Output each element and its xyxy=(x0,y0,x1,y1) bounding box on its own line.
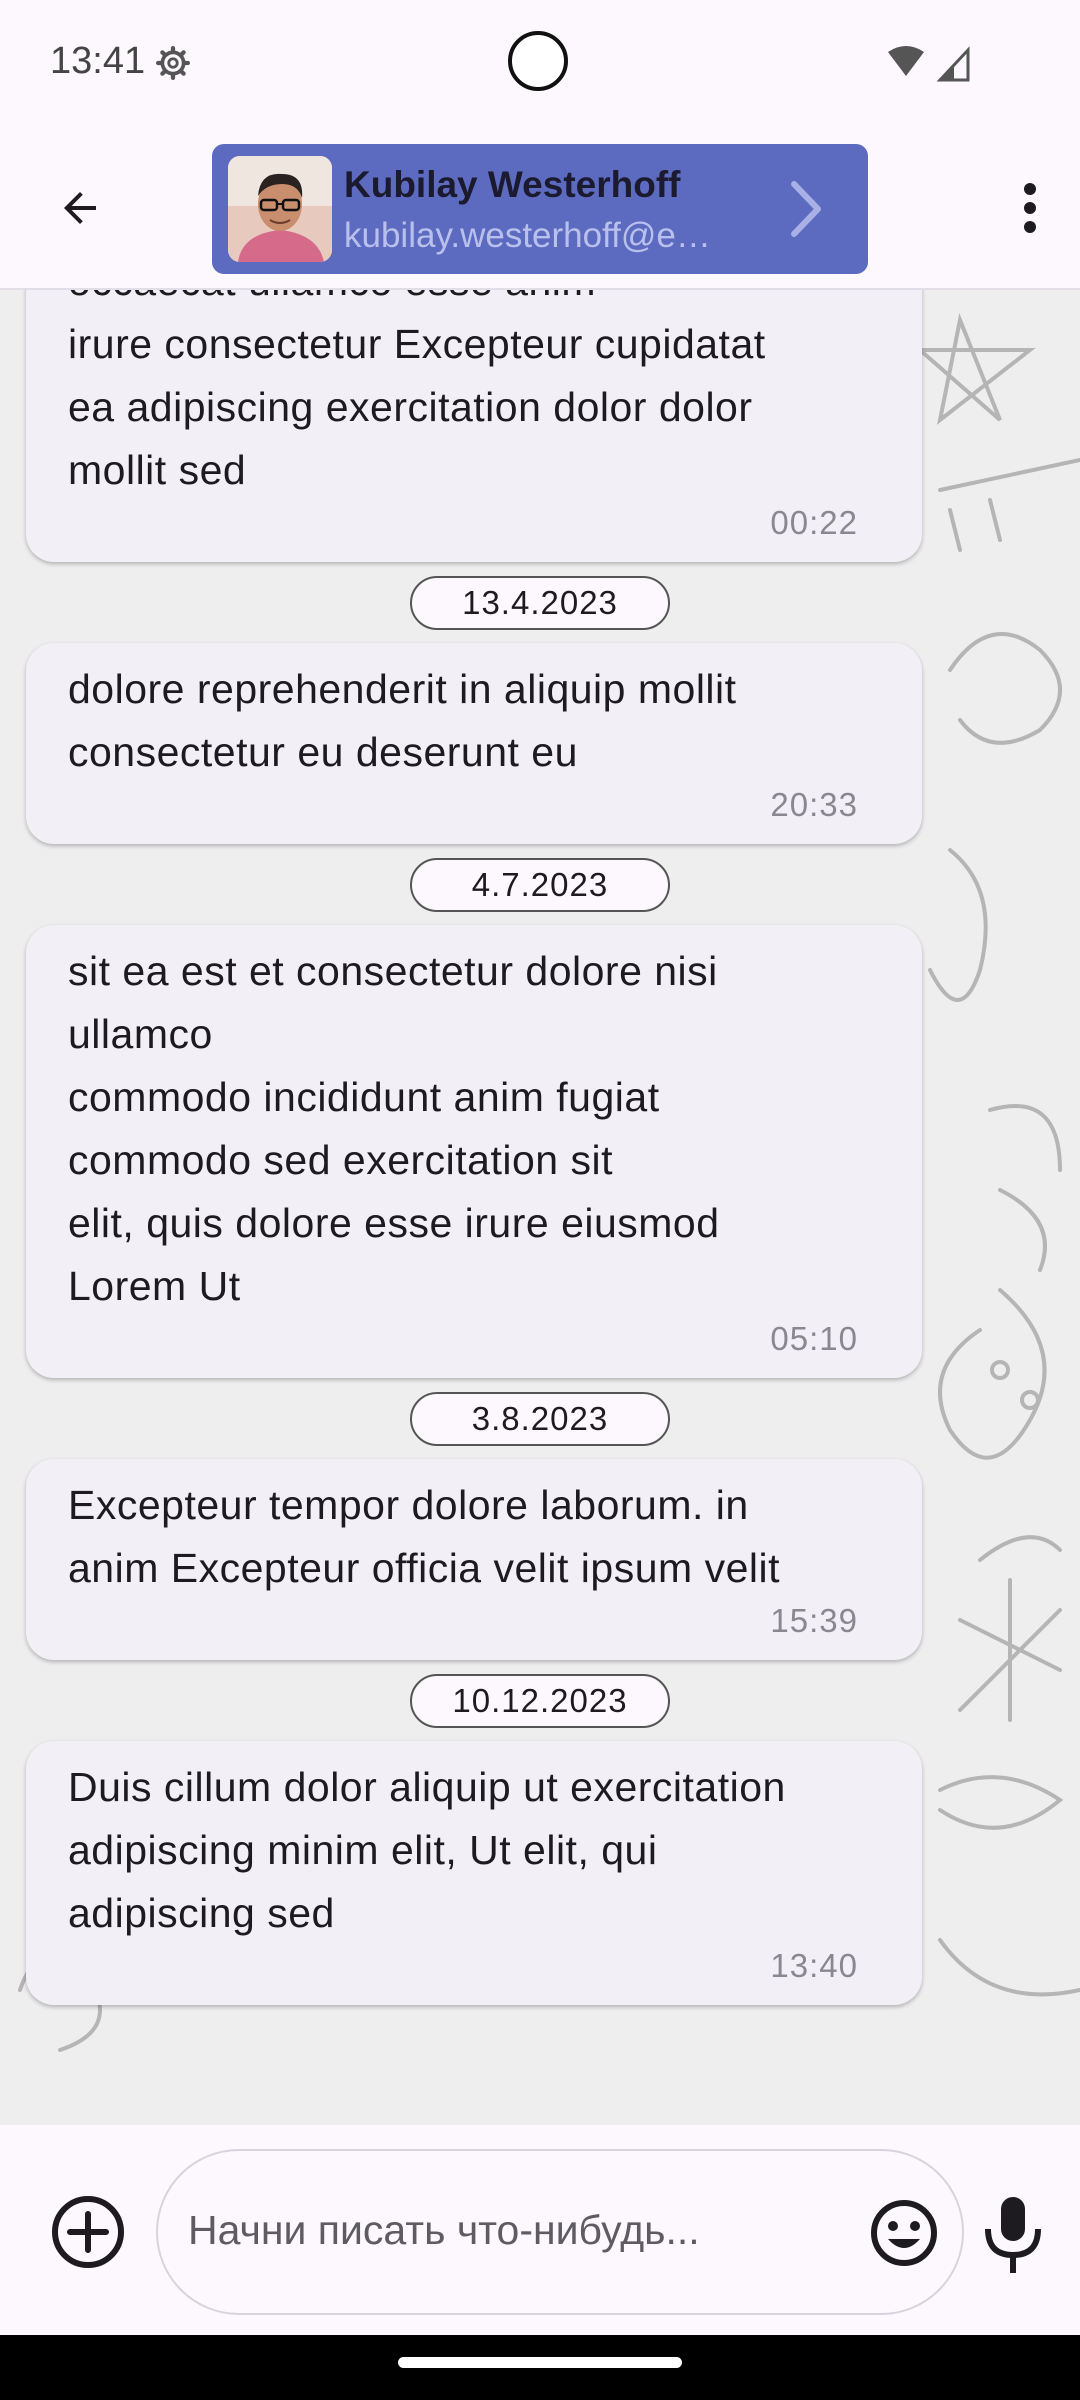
composer-bar: Начни писать что-нибудь... xyxy=(0,2125,1080,2335)
arrow-left-icon xyxy=(64,192,96,224)
chevron-right-icon xyxy=(791,181,821,237)
home-gesture-pill[interactable] xyxy=(398,2357,682,2368)
app-bar: Kubilay Westerhoff kubilay.westerhoff@e… xyxy=(0,130,1080,290)
more-options-button[interactable] xyxy=(1000,168,1060,248)
message-text: Excepteur tempor dolore laborum. in anim… xyxy=(68,1482,780,1591)
status-bar: 13:41 xyxy=(0,0,1080,130)
message-text: occaecat ullamco esse anim irure consect… xyxy=(68,290,766,493)
message-bubble[interactable]: dolore reprehenderit in aliquip mollit c… xyxy=(26,643,922,844)
message-time: 20:33 xyxy=(770,786,858,823)
camera-cutout xyxy=(508,31,568,91)
status-time: 13:41 xyxy=(50,40,146,82)
chat-area[interactable]: occaecat ullamco esse anim irure consect… xyxy=(0,290,1080,2125)
message-time: 13:40 xyxy=(770,1947,858,1984)
date-separator: 4.7.2023 xyxy=(410,858,670,912)
contact-email: kubilay.westerhoff@e… xyxy=(344,216,711,255)
microphone-icon[interactable] xyxy=(978,2193,1048,2277)
more-vert-icon xyxy=(1024,183,1036,233)
message-time: 00:22 xyxy=(770,504,858,541)
contact-name: Kubilay Westerhoff xyxy=(344,164,681,205)
date-separator: 3.8.2023 xyxy=(410,1392,670,1446)
contact-card[interactable]: Kubilay Westerhoff kubilay.westerhoff@e… xyxy=(212,144,868,274)
message-bubble[interactable]: sit ea est et consectetur dolore nisi ul… xyxy=(26,925,922,1378)
message-time: 05:10 xyxy=(770,1320,858,1357)
wifi-signal-icon xyxy=(888,46,970,82)
message-bubble[interactable]: Duis cillum dolor aliquip ut exercitatio… xyxy=(26,1741,922,2005)
date-separator: 13.4.2023 xyxy=(410,576,670,630)
message-text: sit ea est et consectetur dolore nisi ul… xyxy=(68,948,720,1309)
date-separator: 10.12.2023 xyxy=(410,1674,670,1728)
contact-avatar xyxy=(228,156,332,262)
message-bubble[interactable]: occaecat ullamco esse anim irure consect… xyxy=(26,290,922,562)
add-attachment-button[interactable] xyxy=(48,2192,128,2272)
message-text: dolore reprehenderit in aliquip mollit c… xyxy=(68,666,737,775)
back-button[interactable] xyxy=(40,168,120,248)
message-input[interactable]: Начни писать что-нибудь... xyxy=(156,2149,964,2315)
message-input-placeholder: Начни писать что-нибудь... xyxy=(188,2207,700,2253)
message-time: 15:39 xyxy=(770,1602,858,1639)
settings-gear-icon xyxy=(156,46,190,80)
system-nav-bar xyxy=(0,2335,1080,2400)
emoji-icon[interactable] xyxy=(868,2197,940,2269)
message-text: Duis cillum dolor aliquip ut exercitatio… xyxy=(68,1764,786,1936)
message-bubble[interactable]: Excepteur tempor dolore laborum. in anim… xyxy=(26,1459,922,1660)
